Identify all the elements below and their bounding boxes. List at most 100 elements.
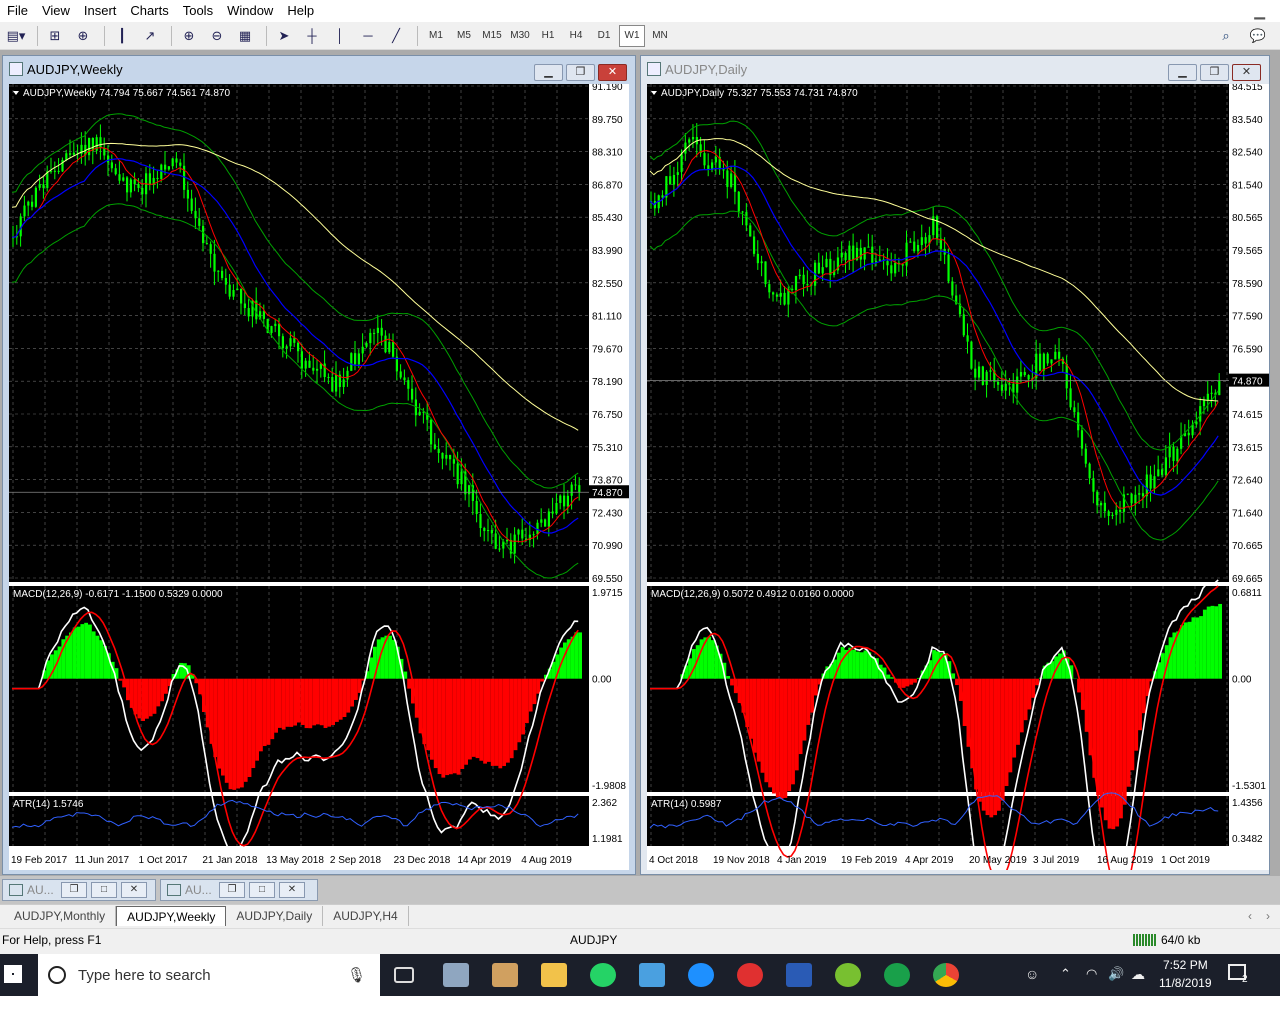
chrome-icon[interactable]: [933, 963, 959, 987]
menu-file[interactable]: File: [0, 0, 35, 22]
onedrive-icon[interactable]: ☁: [1131, 966, 1145, 983]
restore-button[interactable]: ❐: [61, 882, 87, 898]
wifi-icon[interactable]: ◠: [1086, 966, 1097, 982]
menu-window[interactable]: Window: [220, 0, 280, 22]
timeframe-d1[interactable]: D1: [591, 25, 617, 47]
fx-choice-icon[interactable]: [786, 963, 812, 987]
timeframe-m1[interactable]: M1: [423, 25, 449, 47]
people-icon[interactable]: ☺: [1025, 966, 1039, 982]
start-icon[interactable]: [4, 965, 22, 983]
cursor-icon[interactable]: ➤: [272, 25, 296, 47]
chat-icon[interactable]: 💬: [1246, 25, 1270, 47]
close-button[interactable]: ✕: [1232, 64, 1261, 81]
task-view-icon[interactable]: [394, 967, 414, 983]
tab-audjpy-daily[interactable]: AUDJPY,Daily: [226, 906, 324, 926]
candle-body: [243, 303, 246, 309]
restore-button[interactable]: ❐: [566, 64, 595, 81]
vertical-line-icon[interactable]: │: [328, 25, 352, 47]
clock-date[interactable]: 11/8/2019: [1159, 976, 1212, 990]
window-title-bar[interactable]: AUDJPY,Weekly ▁ ❐ ✕: [3, 56, 635, 82]
macd-histogram-bar: [1199, 616, 1203, 679]
maximize-button[interactable]: □: [249, 882, 275, 898]
tray-chevron-icon[interactable]: ⌃: [1060, 966, 1071, 982]
ninja-trader-icon[interactable]: [835, 963, 861, 987]
menu-view[interactable]: View: [35, 0, 77, 22]
profiles-icon[interactable]: ⊞: [43, 25, 67, 47]
candle-body: [224, 278, 227, 285]
minimized-window[interactable]: AU... ❐ □ ✕: [2, 879, 156, 901]
candle-body: [848, 245, 851, 261]
chart-area[interactable]: 84.515 83.540 82.540 81.540 80.565 79.565 78.5…: [647, 84, 1269, 870]
restore-button[interactable]: ❐: [219, 882, 245, 898]
paint-icon[interactable]: [492, 963, 518, 987]
cross-cursor-icon[interactable]: ┼: [300, 25, 324, 47]
price-axis: [1229, 84, 1269, 846]
tab-audjpy-weekly[interactable]: AUDJPY,Weekly: [116, 906, 227, 926]
tab-scroll-right-icon[interactable]: ›: [1266, 909, 1270, 923]
menu-help[interactable]: Help: [280, 0, 321, 22]
candle-body: [1092, 478, 1095, 492]
minimized-window[interactable]: AU... ❐ □ ✕: [160, 879, 318, 901]
tab-scroll-left-icon[interactable]: ‹: [1248, 909, 1252, 923]
whatsapp-icon[interactable]: [590, 963, 616, 987]
pane-separator: [9, 582, 629, 586]
timeframe-m15[interactable]: M15: [479, 25, 505, 47]
timeframe-mn[interactable]: MN: [647, 25, 673, 47]
minimize-app-icon[interactable]: ▁: [1247, 0, 1272, 22]
menu-tools[interactable]: Tools: [176, 0, 220, 22]
crosshair-icon[interactable]: ⊕: [71, 25, 95, 47]
timeframe-m30[interactable]: M30: [507, 25, 533, 47]
internet-explorer-icon[interactable]: [688, 963, 714, 987]
tab-audjpy-h4[interactable]: AUDJPY,H4: [323, 906, 409, 926]
horizontal-line-icon[interactable]: ─: [356, 25, 380, 47]
file-explorer-icon[interactable]: [541, 963, 567, 987]
bar-chart-icon[interactable]: ┃: [110, 25, 134, 47]
timeframe-h4[interactable]: H4: [563, 25, 589, 47]
close-button[interactable]: ✕: [598, 64, 627, 81]
tile-windows-icon[interactable]: ▦: [233, 25, 257, 47]
tab-audjpy-monthly[interactable]: AUDJPY,Monthly: [4, 906, 117, 926]
candle-body: [327, 376, 330, 378]
candle-body: [977, 366, 981, 378]
candle-body: [72, 152, 75, 155]
candle-body: [1218, 380, 1221, 396]
close-button[interactable]: ✕: [121, 882, 147, 898]
atr-tick-label: 1.4356: [1232, 798, 1263, 809]
chart-area[interactable]: 91.190 89.750 88.310 86.870 85.430 83.990 82.5…: [9, 84, 629, 870]
macd-histogram-bar: [1180, 625, 1184, 679]
candle-body: [202, 225, 205, 244]
trendline-icon[interactable]: ╱: [384, 25, 408, 47]
search-icon[interactable]: ⌕: [1214, 25, 1238, 47]
minimize-button[interactable]: ▁: [1168, 64, 1197, 81]
clock-time[interactable]: 7:52 PM: [1163, 958, 1208, 972]
remote-desktop-icon[interactable]: [639, 963, 665, 987]
trading-app-icon[interactable]: [884, 963, 910, 987]
line-chart-icon[interactable]: ↗: [138, 25, 162, 47]
zoom-out-icon[interactable]: ⊖: [205, 25, 229, 47]
candle-body: [228, 284, 231, 297]
menu-charts[interactable]: Charts: [123, 0, 175, 22]
close-button[interactable]: ✕: [279, 882, 305, 898]
app-icon[interactable]: [443, 963, 469, 987]
volume-icon[interactable]: 🔊: [1108, 966, 1124, 982]
macd-histogram-bar: [536, 678, 541, 694]
timeframe-w1[interactable]: W1: [619, 24, 645, 47]
candle-body: [122, 177, 125, 181]
menu-insert[interactable]: Insert: [77, 0, 124, 22]
maximize-button[interactable]: □: [91, 882, 117, 898]
taskbar-search[interactable]: Type here to search 🎙: [38, 954, 380, 996]
macd-histogram-bar: [901, 678, 906, 688]
candle-body: [278, 323, 281, 337]
timeframe-h1[interactable]: H1: [535, 25, 561, 47]
candle-body: [331, 376, 334, 392]
minimize-button[interactable]: ▁: [534, 64, 563, 81]
restore-button[interactable]: ❐: [1200, 64, 1229, 81]
candle-body: [137, 184, 140, 188]
recorder-icon[interactable]: [737, 963, 763, 987]
timeframe-m5[interactable]: M5: [451, 25, 477, 47]
zoom-in-icon[interactable]: ⊕: [177, 25, 201, 47]
microphone-icon[interactable]: 🎙: [347, 966, 366, 984]
macd-histogram-bar: [392, 639, 396, 679]
new-chart-icon[interactable]: ▤▾: [4, 25, 28, 47]
window-title-bar[interactable]: AUDJPY,Daily ▁ ❐ ✕: [641, 56, 1269, 82]
